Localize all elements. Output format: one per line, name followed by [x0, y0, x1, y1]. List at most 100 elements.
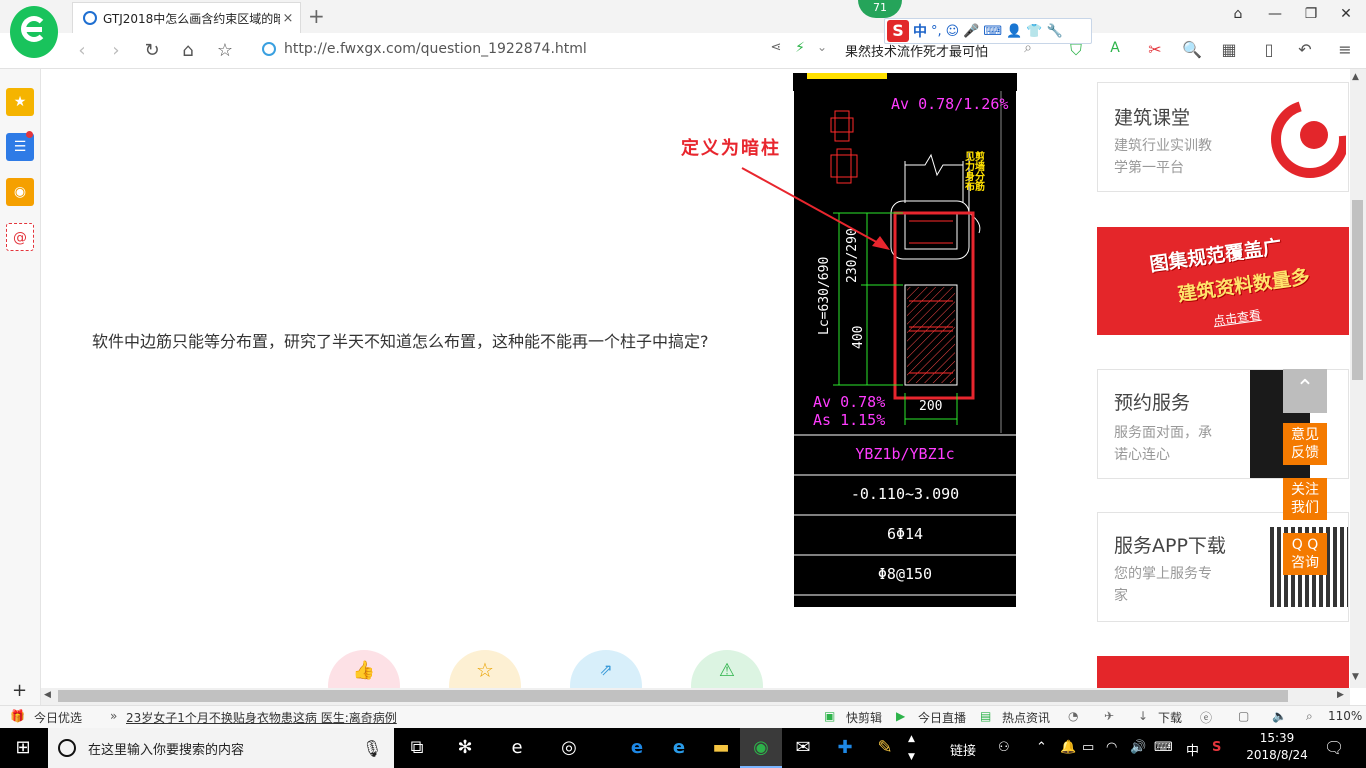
promo-banner[interactable]: 图集规范覆盖广 建筑资料数量多 点击查看: [1097, 227, 1349, 335]
input-language[interactable]: 中: [1186, 740, 1199, 759]
share-icon[interactable]: ⋖: [764, 40, 788, 55]
cad-rebar-long: 6Φ14: [886, 525, 924, 543]
cortana-icon: [58, 739, 76, 757]
sidebar-add-button[interactable]: +: [12, 680, 27, 701]
people-icon[interactable]: ⚇: [998, 740, 1010, 755]
ie-mode-icon[interactable]: ⓔ: [1200, 709, 1212, 726]
cad-rebar-stirrup: Φ8@150: [877, 565, 933, 583]
ime-punct[interactable]: °,: [931, 24, 942, 39]
keyboard-tray-icon[interactable]: ⌨: [1154, 740, 1173, 755]
translate-icon[interactable]: A: [1103, 40, 1127, 56]
skin-icon[interactable]: ⌂: [1228, 6, 1248, 22]
zoom-icon[interactable]: ⌕: [1306, 709, 1313, 724]
refresh-button[interactable]: ↻: [140, 40, 164, 61]
apps-icon[interactable]: ▦: [1217, 40, 1241, 59]
links-toolbar[interactable]: 链接: [950, 740, 976, 759]
mic-icon[interactable]: 🎤: [963, 24, 979, 39]
speed-icon[interactable]: ◔: [1068, 709, 1078, 723]
start-button[interactable]: ⊞: [2, 728, 44, 768]
microphone-icon[interactable]: 🎙: [362, 739, 382, 758]
ime-mode[interactable]: 中: [913, 21, 927, 41]
battery-icon[interactable]: ▭: [1082, 740, 1094, 755]
scroll-left-icon[interactable]: ◀: [44, 690, 51, 700]
user-icon[interactable]: 👤: [1006, 24, 1022, 39]
tray-chevron-icon[interactable]: ⌃: [1036, 740, 1047, 755]
notepad-icon[interactable]: ✎: [864, 728, 906, 768]
magnifier-icon[interactable]: 🔍: [1180, 40, 1204, 59]
scroll-right-icon[interactable]: ▶: [1337, 690, 1344, 700]
dingtalk-icon[interactable]: ✚: [824, 728, 866, 768]
sogou-tray-icon[interactable]: S: [1212, 740, 1221, 755]
card-desc: 建筑行业实训教 学第一平台: [1114, 138, 1212, 176]
taskbar-search-box[interactable]: 在这里输入你要搜索的内容 🎙: [48, 728, 394, 768]
pinwheel-app-icon[interactable]: ✻: [444, 728, 486, 768]
weibo-icon[interactable]: ◉: [6, 178, 34, 206]
volume-icon[interactable]: 🔈: [1272, 709, 1287, 723]
action-center-icon[interactable]: 🗨: [1324, 738, 1344, 757]
vertical-scroll-thumb[interactable]: [1352, 200, 1363, 380]
tab-active[interactable]: GTJ2018中怎么画含约束区域的暗柱 ×: [72, 2, 301, 33]
clip-icon: ▣: [824, 709, 836, 723]
mail-icon[interactable]: ✉: [782, 728, 824, 768]
shirt-icon[interactable]: 👕: [1026, 24, 1042, 39]
today-live-link[interactable]: 今日直播: [918, 709, 966, 726]
undo-icon[interactable]: ↶: [1293, 40, 1317, 59]
home-button[interactable]: ⌂: [176, 40, 200, 61]
wrench-icon[interactable]: 🔧: [1047, 24, 1063, 39]
notification-app-icon[interactable]: ◎: [548, 728, 590, 768]
ime-toolbar[interactable]: S 中 °, ☺ 🎤 ⌨ 👤 👕 🔧: [884, 18, 1092, 44]
quick-clip-link[interactable]: 快剪辑: [846, 709, 882, 726]
annotation-label: 定义为暗柱: [681, 138, 781, 159]
back-button[interactable]: ‹: [70, 40, 94, 61]
reader-icon[interactable]: ▯: [1257, 40, 1281, 59]
zoom-level[interactable]: 110%: [1328, 709, 1362, 723]
lightning-icon[interactable]: ⚡: [788, 40, 812, 56]
edge-icon[interactable]: e: [616, 728, 658, 768]
menu-icon[interactable]: ≡: [1333, 40, 1357, 59]
back-to-top-button[interactable]: ⌃: [1283, 369, 1327, 413]
promo-link[interactable]: 点击查看: [1212, 306, 1262, 330]
chevron-down-icon[interactable]: ⌄: [810, 40, 834, 54]
clock[interactable]: 15:39 2018/8/24: [1244, 730, 1310, 764]
browser-logo-icon[interactable]: [10, 6, 58, 58]
feedback-button[interactable]: 意见 反馈: [1283, 423, 1327, 465]
360-browser-taskbar-icon[interactable]: ◉: [740, 728, 782, 768]
scroll-up-icon[interactable]: ▲: [1352, 72, 1359, 82]
edge-legacy-icon[interactable]: e: [496, 728, 538, 768]
scroll-down-icon[interactable]: ▼: [1352, 672, 1359, 682]
tab-close-icon[interactable]: ×: [280, 11, 296, 26]
url-field[interactable]: http://e.fwxgx.com/question_1922874.html: [262, 41, 587, 57]
window-icon[interactable]: ▢: [1238, 709, 1249, 723]
favorites-star-icon[interactable]: ★: [6, 88, 34, 116]
speaker-icon[interactable]: 🔊: [1130, 740, 1146, 755]
task-view-icon[interactable]: ⧉: [396, 728, 438, 768]
wifi-icon[interactable]: ◠: [1106, 740, 1117, 755]
new-tab-button[interactable]: +: [308, 4, 325, 28]
emoji-icon[interactable]: ☺: [946, 24, 960, 39]
mail-at-icon[interactable]: @: [6, 223, 34, 251]
taskbar-scroll-icon[interactable]: ▲ ▼: [908, 730, 915, 766]
double-chevron-icon: »: [110, 709, 118, 723]
scissors-icon[interactable]: ✂: [1143, 40, 1167, 59]
card-building-class[interactable]: 建筑课堂 建筑行业实训教 学第一平台: [1097, 82, 1349, 192]
hot-news-link[interactable]: 热点资讯: [1002, 709, 1050, 726]
sogou-icon[interactable]: S: [887, 20, 909, 42]
close-window-button[interactable]: ✕: [1336, 6, 1356, 22]
keyboard-icon[interactable]: ⌨: [983, 24, 1002, 39]
minimize-button[interactable]: —: [1265, 6, 1285, 22]
tray-bell-icon[interactable]: 🔔: [1060, 740, 1076, 755]
download-icon[interactable]: ↓: [1138, 709, 1148, 723]
news-link[interactable]: 23岁女子1个月不换贴身衣物患这病 医生:离奇病例: [126, 709, 397, 726]
ie-icon[interactable]: e: [658, 728, 700, 768]
horizontal-scroll-thumb[interactable]: [58, 690, 1288, 702]
maximize-button[interactable]: ❐: [1301, 6, 1321, 22]
download-link[interactable]: 下载: [1158, 709, 1182, 726]
pin-icon[interactable]: ✈: [1104, 709, 1114, 723]
follow-button[interactable]: 关注 我们: [1283, 478, 1327, 520]
qq-consult-button[interactable]: Q Q 咨询: [1283, 533, 1327, 575]
red-banner-bottom[interactable]: [1097, 656, 1349, 688]
today-picks-link[interactable]: 今日优选: [34, 709, 82, 726]
file-explorer-icon[interactable]: ▬: [700, 728, 742, 768]
forward-button[interactable]: ›: [104, 40, 128, 61]
favorite-star-button[interactable]: ☆: [213, 40, 237, 61]
